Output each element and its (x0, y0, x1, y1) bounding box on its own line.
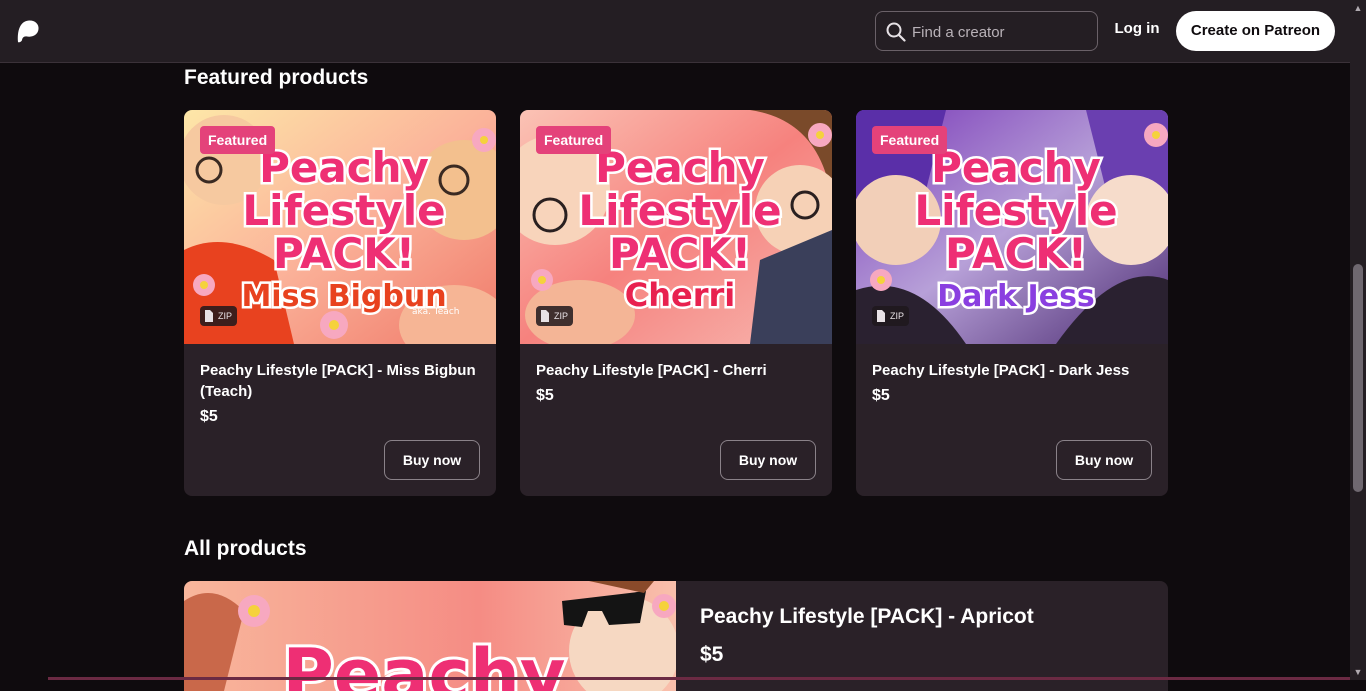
create-on-patreon-button[interactable]: Create on Patreon (1176, 11, 1335, 51)
product-price: $5 (200, 408, 218, 425)
file-type-label: ZIP (890, 311, 905, 321)
top-navigation-bar: Log in Create on Patreon (0, 0, 1350, 63)
featured-badge: Featured (536, 126, 612, 154)
product-card-miss-bigbun[interactable]: Peachy Lifestyle PACK! Miss Bigbun aka. … (184, 110, 496, 496)
search-icon (886, 22, 906, 42)
art-title-line-2: Lifestyle (914, 186, 1117, 235)
buy-now-button[interactable]: Buy now (1056, 440, 1152, 480)
product-title[interactable]: Peachy Lifestyle [PACK] - Miss Bigbun (T… (200, 360, 485, 402)
art-title-line-1: Peachy (931, 143, 1101, 192)
buy-now-button[interactable]: Buy now (384, 440, 480, 480)
featured-badge: Featured (200, 126, 276, 154)
art-note: aka. Teach (412, 307, 459, 317)
art-title-line-3: PACK! (609, 229, 751, 278)
featured-products-heading: Featured products (184, 66, 369, 89)
art-subtitle: Cherri (625, 276, 736, 314)
product-list-item[interactable]: Peachy Peachy Lifestyle [PACK] - Apricot… (184, 581, 1168, 691)
file-type-chip: ZIP (200, 306, 238, 326)
scroll-down-arrow-icon[interactable]: ▼ (1350, 664, 1366, 680)
art-subtitle: Dark Jess (937, 279, 1095, 314)
file-type-chip: ZIP (872, 306, 910, 326)
art-title-line-3: PACK! (273, 229, 415, 278)
product-thumbnail[interactable]: Peachy (184, 581, 676, 691)
art-title-line-1: Peachy (259, 143, 429, 192)
scrollbar-thumb[interactable] (1353, 264, 1363, 492)
file-icon (541, 310, 549, 322)
product-title[interactable]: Peachy Lifestyle [PACK] - Dark Jess (872, 360, 1157, 381)
product-card-cherri[interactable]: Peachy Lifestyle PACK! Cherri Featured Z… (520, 110, 832, 496)
product-title[interactable]: Peachy Lifestyle [PACK] - Apricot (700, 605, 1034, 629)
file-type-chip: ZIP (536, 306, 574, 326)
file-icon (877, 310, 885, 322)
login-link[interactable]: Log in (1108, 20, 1166, 42)
file-type-label: ZIP (218, 311, 233, 321)
art-title-line-2: Lifestyle (242, 186, 445, 235)
art-title: Peachy (283, 634, 566, 691)
patreon-logo-icon[interactable] (16, 19, 40, 43)
product-price: $5 (872, 387, 890, 404)
product-price: $5 (536, 387, 554, 404)
product-price: $5 (700, 643, 724, 666)
product-title[interactable]: Peachy Lifestyle [PACK] - Cherri (536, 360, 821, 381)
all-products-heading: All products (184, 537, 307, 560)
scroll-up-arrow-icon[interactable]: ▲ (1350, 0, 1366, 16)
file-icon (205, 310, 213, 322)
search-input[interactable] (912, 21, 1092, 43)
featured-badge: Featured (872, 126, 948, 154)
buy-now-button[interactable]: Buy now (720, 440, 816, 480)
page-scrollbar[interactable]: ▲ ▼ (1350, 0, 1366, 680)
art-title-line-1: Peachy (595, 143, 765, 192)
art-title-line-2: Lifestyle (578, 186, 781, 235)
product-card-dark-jess[interactable]: Peachy Lifestyle PACK! Dark Jess Feature… (856, 110, 1168, 496)
search-box[interactable] (875, 11, 1098, 51)
art-title-line-3: PACK! (945, 229, 1087, 278)
file-type-label: ZIP (554, 311, 569, 321)
